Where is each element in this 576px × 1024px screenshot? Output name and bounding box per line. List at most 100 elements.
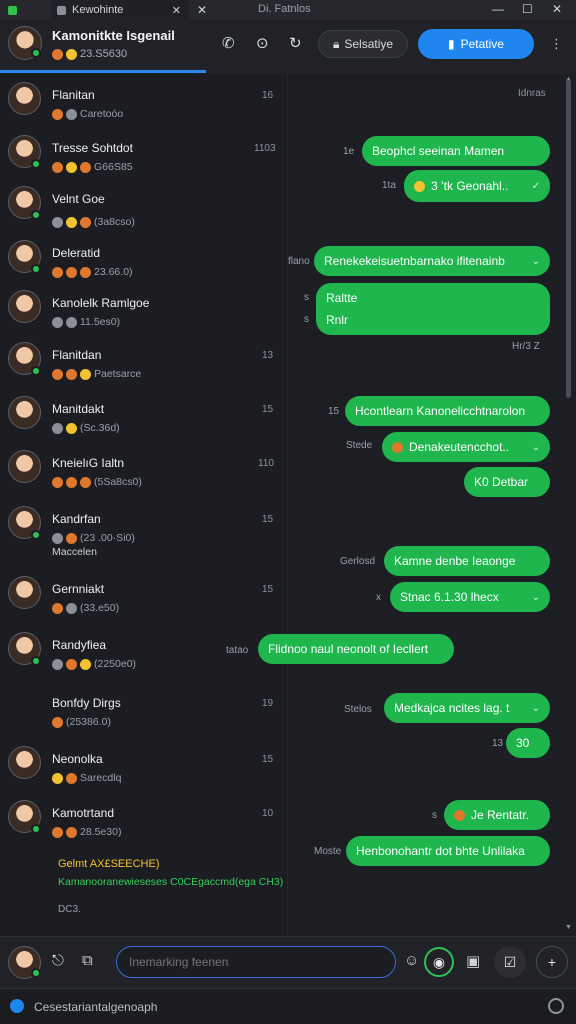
message-bubble[interactable]: 30: [506, 728, 550, 758]
sticker-icon[interactable]: ☑: [494, 946, 526, 978]
gif-icon[interactable]: ▣: [466, 952, 480, 970]
chat-preview-text: G66S85: [94, 161, 133, 173]
chat-list-item[interactable]: Flanitan Caretoóo 16: [0, 76, 288, 132]
emoji-icon: [66, 161, 77, 173]
message-bubble[interactable]: Denakeutencchot.. ⌄: [382, 432, 550, 462]
petative-button[interactable]: ▮ Petative: [418, 29, 534, 59]
message-bubble[interactable]: 3 ’tk Geonahl.. ✓: [404, 170, 550, 202]
chat-preview: (23 .00·Si0): [52, 532, 135, 544]
tab-close-icon[interactable]: ✕: [172, 4, 181, 17]
message-bubble[interactable]: Je Rentatr.: [444, 800, 550, 830]
emoji-picker-icon[interactable]: ☺: [404, 952, 419, 969]
message-text: Medkajca ncites lag. t: [394, 701, 510, 715]
online-status-icon: [31, 968, 41, 978]
emoji-icon: [52, 826, 63, 838]
draft-title: Gelmt AX£SEECHE): [58, 858, 160, 870]
minimize-icon[interactable]: —: [492, 2, 504, 16]
chat-preview: G66S85: [52, 161, 133, 173]
emoji-icon: [66, 422, 77, 434]
message-bubble[interactable]: Flidnoo naul neonolt of Iecllert: [258, 634, 454, 664]
emoji-icon: [80, 368, 91, 380]
chat-time: 19: [262, 698, 274, 709]
chat-time: 15: [262, 584, 274, 595]
image-icon[interactable]: ⧉: [82, 952, 93, 969]
chat-list-item[interactable]: Kanolelk Ramlgoe 11.5es0): [0, 284, 288, 340]
emoji-icon: [52, 658, 63, 670]
emoji-icon: [52, 716, 63, 728]
maximize-icon[interactable]: ☐: [522, 2, 533, 16]
message-bubble[interactable]: Raltte Rnlr: [316, 283, 550, 335]
message-text: Beophcl seeinan Mamen: [372, 144, 505, 158]
message-time: s: [432, 810, 437, 821]
chat-name: Kandrfan: [52, 512, 101, 526]
chat-list-item[interactable]: Kamotrtand 28.5e30) 10: [0, 794, 288, 850]
emoji-icon: [66, 266, 77, 278]
chevron-down-icon[interactable]: ⌄: [532, 592, 540, 603]
chat-list-item[interactable]: KneielıG Ialtn (5Sa8cs0) 110: [0, 444, 288, 500]
chat-list-item[interactable]: Gernniakt (33.e50) 15: [0, 570, 288, 626]
emoji-icon: [52, 602, 63, 614]
chat-name: Kanolelk Ramlgoe: [52, 296, 150, 310]
attach-icon[interactable]: ⎋: [52, 952, 64, 969]
more-icon[interactable]: ⋮: [550, 36, 563, 52]
chat-preview-text: (25386.0): [66, 716, 111, 728]
refresh-icon[interactable]: ↻: [289, 34, 302, 52]
chat-list-item[interactable]: Manitdakt (Sc.36d) 15: [0, 390, 288, 446]
message-bubble[interactable]: Kamne denbe Ieaonge: [384, 546, 550, 576]
emoji-icon: [414, 180, 425, 192]
chat-name: Flanitan: [52, 88, 95, 102]
chat-list-item[interactable]: Tresse Sohtdot G66S85 1103: [0, 129, 288, 185]
info-icon[interactable]: ⊙: [256, 34, 269, 52]
header-subtitle: 23.S5630: [52, 48, 127, 60]
phone-icon[interactable]: ✆: [222, 34, 235, 52]
chevron-down-icon[interactable]: ⌄: [532, 256, 540, 267]
avatar: [8, 82, 41, 115]
close-window-icon[interactable]: ✕: [552, 2, 562, 16]
message-bubble[interactable]: Medkajca ncites lag. t ⌄: [384, 693, 550, 723]
message-text: Rnlr: [326, 313, 349, 327]
emoji-icon: [52, 266, 63, 278]
message-time: 1e: [343, 146, 355, 157]
chat-preview-text: (33.e50): [80, 602, 120, 614]
chat-list-item[interactable]: Neonolka Sarecdlq 15: [0, 740, 288, 796]
send-button[interactable]: +: [536, 946, 568, 978]
emoji-icon: [66, 108, 77, 120]
online-status-icon: [31, 210, 41, 220]
message-bubble[interactable]: Stnac 6.1.30 lhecx ⌄: [390, 582, 550, 612]
chat-list-item[interactable]: Kandrfan (23 .00·Si0) 15 Maccelen: [0, 500, 288, 558]
message-bubble[interactable]: Beophcl seeinan Mamen: [362, 136, 550, 166]
chat-list-item[interactable]: Deleratid 23.66.0): [0, 234, 288, 290]
chat-preview-text: (5Sa8cs0): [94, 476, 142, 488]
chat-preview: (33.e50): [52, 602, 119, 614]
selsatiye-button[interactable]: 🔒︎ Selsatiye: [318, 30, 408, 58]
browser-tab[interactable]: Kewohinte ✕: [51, 0, 189, 20]
message-bubble[interactable]: Henbonohantr dot bhte Unlilaka: [346, 836, 550, 866]
scroll-down-icon[interactable]: ▼: [565, 924, 572, 931]
chat-preview-text: 11.5es0): [80, 316, 121, 328]
new-tab-icon[interactable]: ✕: [197, 3, 207, 17]
voice-icon[interactable]: ◉: [424, 947, 454, 977]
notification-icon[interactable]: [548, 998, 564, 1014]
bookmark-icon: ▮: [448, 37, 455, 51]
message-text: Henbonohantr dot bhte Unlilaka: [356, 844, 525, 858]
chevron-down-icon[interactable]: ⌄: [532, 442, 540, 453]
chat-preview: Caretoóo: [52, 108, 123, 120]
chat-list-item[interactable]: Flanitdan Paetsarce 13: [0, 336, 288, 392]
emoji-icon: [66, 476, 77, 488]
emoji-icon: [52, 476, 63, 488]
emoji-icon: [454, 809, 465, 821]
message-bubble[interactable]: Hcontlearn Kanonelicchtnarolon: [345, 396, 550, 426]
message-time: 13: [492, 738, 504, 749]
chevron-down-icon[interactable]: ⌄: [532, 703, 540, 714]
chat-list-item[interactable]: Bonfdy Dirgs (25386.0) 19: [0, 684, 288, 740]
message-bubble[interactable]: K0 Detbar: [464, 467, 550, 497]
chat-preview-text: 28.5e30): [80, 826, 122, 838]
scrollbar-thumb[interactable]: [566, 80, 571, 398]
chat-list-item[interactable]: Velnt Goe (3a8cso): [0, 180, 288, 236]
message-bubble[interactable]: Renekekeisuetnbarnako ifitenainb ⌄: [314, 246, 550, 276]
online-status-icon: [31, 264, 41, 274]
chat-name: Gernniakt: [52, 582, 105, 596]
emoji-icon: [52, 772, 63, 784]
message-input[interactable]: [116, 946, 396, 978]
emoji-icon: [52, 532, 63, 544]
